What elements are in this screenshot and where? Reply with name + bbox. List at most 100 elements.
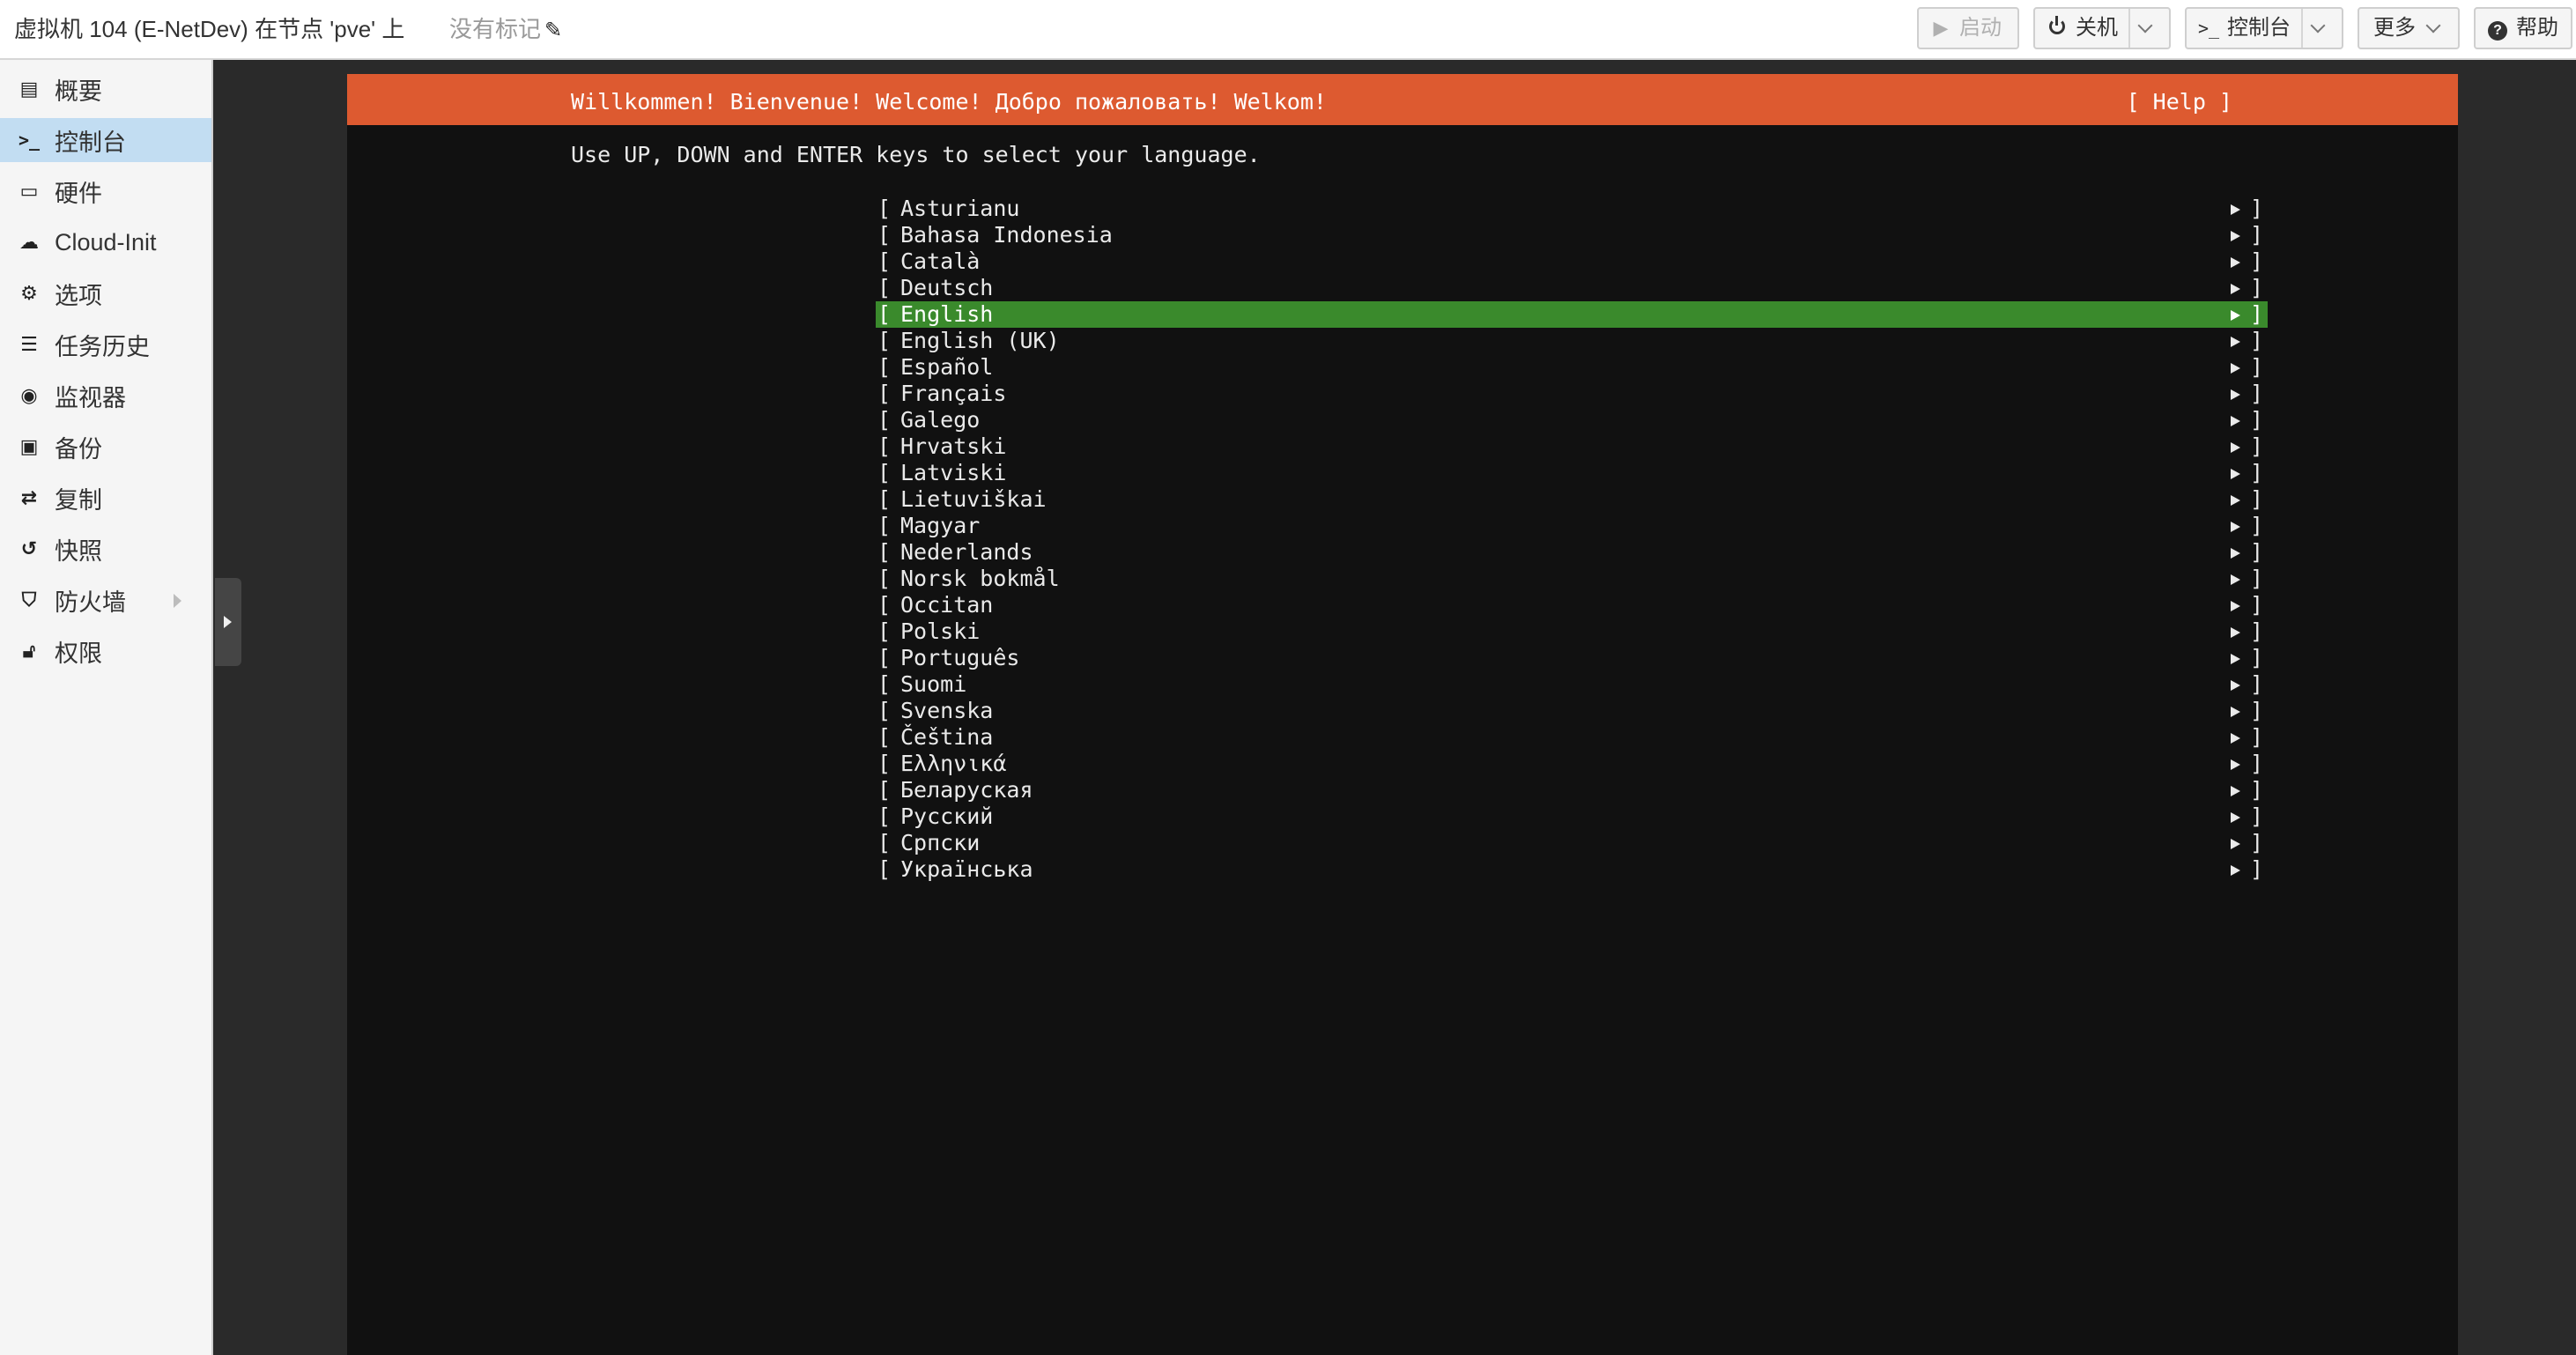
sidebar-item-snapshots[interactable]: ↺ 快照 [0, 527, 211, 571]
expand-arrow-icon[interactable] [174, 594, 181, 608]
sidebar-item-hardware[interactable]: ▭ 硬件 [0, 169, 211, 213]
bracket-close: ] [2250, 222, 2264, 248]
monitor-icon: ▭ [19, 180, 39, 202]
sidebar-item-firewall[interactable]: ⛉ 防火墙 [0, 578, 211, 622]
bracket-close: ] [2250, 856, 2264, 882]
language-option[interactable]: [Español] [876, 354, 2268, 381]
help-button[interactable]: ? 帮助 [2474, 7, 2572, 49]
language-option[interactable]: [Français] [876, 381, 2268, 407]
bracket-open: [ [877, 698, 892, 723]
installer-banner: Willkommen! Bienvenue! Welcome! Добро по… [347, 74, 2458, 125]
bracket-open: [ [877, 803, 892, 829]
sidebar-item-task-history[interactable]: ☰ 任务历史 [0, 322, 211, 367]
collapse-panel-handle[interactable] [215, 578, 241, 666]
submenu-arrow-icon [2231, 839, 2240, 849]
bracket-open: [ [877, 486, 892, 512]
language-option[interactable]: [Српски] [876, 830, 2268, 856]
submenu-arrow-icon [2231, 733, 2240, 744]
language-name: English [900, 301, 994, 327]
language-option[interactable]: [Català] [876, 248, 2268, 275]
chevron-down-icon [2137, 18, 2153, 33]
bracket-open: [ [877, 645, 892, 670]
bracket-close: ] [2250, 724, 2264, 750]
language-option[interactable]: [Svenska] [876, 698, 2268, 724]
console-button[interactable]: >_ 控制台 [2185, 7, 2343, 49]
language-option[interactable]: [Polski] [876, 618, 2268, 645]
sidebar-item-monitor[interactable]: ◉ 监视器 [0, 374, 211, 418]
sidebar-item-permissions[interactable]: 🔓︎ 权限 [0, 629, 211, 673]
bracket-close: ] [2250, 248, 2264, 274]
language-option[interactable]: [Deutsch] [876, 275, 2268, 301]
floppy-icon: ▣ [19, 435, 39, 457]
sidebar-item-console[interactable]: >_ 控制台 [0, 118, 211, 162]
chevron-down-icon [2425, 18, 2441, 33]
language-option[interactable]: [Latviski] [876, 460, 2268, 486]
language-name: Asturianu [900, 196, 1020, 221]
bracket-close: ] [2250, 592, 2264, 618]
language-option[interactable]: [Asturianu] [876, 196, 2268, 222]
language-name: Беларуская [900, 777, 1033, 803]
language-option[interactable]: [English (UK)] [876, 328, 2268, 354]
submenu-arrow-icon [2231, 627, 2240, 638]
sidebar-item-summary[interactable]: ▤ 概要 [0, 67, 211, 111]
language-option[interactable]: [Беларуская] [876, 777, 2268, 803]
vm-console-screen[interactable]: Willkommen! Bienvenue! Welcome! Добро по… [347, 74, 2458, 1355]
bracket-close: ] [2250, 275, 2264, 300]
language-option[interactable]: [Norsk bokmål] [876, 566, 2268, 592]
language-option[interactable]: [Português] [876, 645, 2268, 671]
pencil-icon[interactable]: ✎ [544, 16, 562, 46]
more-button[interactable]: 更多 [2358, 7, 2460, 49]
terminal-icon: >_ [2197, 18, 2220, 39]
language-option[interactable]: [Čeština] [876, 724, 2268, 751]
language-option[interactable]: [Hrvatski] [876, 433, 2268, 460]
language-option[interactable]: [Ελληνικά] [876, 751, 2268, 777]
sidebar-item-options[interactable]: ⚙ 选项 [0, 271, 211, 315]
language-option[interactable]: [ Suomi] [876, 671, 2268, 698]
unlock-icon: 🔓︎ [22, 640, 36, 662]
start-button[interactable]: ▶ 启动 [1917, 7, 2019, 49]
bracket-close: ] [2250, 803, 2264, 829]
submenu-arrow-icon [2231, 231, 2240, 241]
more-button-label: 更多 [2373, 16, 2416, 40]
retweet-icon: ⇄ [20, 486, 38, 508]
language-option[interactable]: [Українська] [876, 856, 2268, 883]
bracket-close: ] [2250, 460, 2264, 485]
gear-icon: ⚙ [20, 282, 38, 304]
submenu-arrow-icon [2231, 759, 2240, 770]
bracket-open: [ [877, 671, 892, 697]
tags-editor[interactable]: 没有标记 ✎ [449, 14, 562, 46]
language-name: Čeština [900, 724, 994, 750]
language-name: Ελληνικά [900, 751, 1007, 776]
bracket-open: [ [877, 196, 892, 221]
language-option[interactable]: [Galego] [876, 407, 2268, 433]
language-name: Suomi [900, 671, 967, 697]
language-option[interactable]: [Magyar] [876, 513, 2268, 539]
bracket-open: [ [877, 433, 892, 459]
language-option[interactable]: [Bahasa Indonesia] [876, 222, 2268, 248]
sidebar-item-label: 监视器 [55, 384, 126, 411]
submenu-arrow-icon [2231, 548, 2240, 559]
language-name: Occitan [900, 592, 994, 618]
sidebar-item-replication[interactable]: ⇄ 复制 [0, 476, 211, 520]
bracket-close: ] [2250, 645, 2264, 670]
submenu-arrow-icon [2231, 574, 2240, 585]
sidebar-item-cloud-init[interactable]: ☁ Cloud-Init [0, 220, 211, 264]
sidebar-item-label: 防火墙 [55, 589, 126, 616]
language-option[interactable]: [Lietuviškai] [876, 486, 2268, 513]
language-option[interactable]: [Occitan] [876, 592, 2268, 618]
sidebar-item-backup[interactable]: ▣ 备份 [0, 425, 211, 469]
installer-help-button[interactable]: [ Help ] [2127, 74, 2232, 130]
bracket-open: [ [877, 830, 892, 855]
shutdown-menu-toggle[interactable] [2128, 9, 2160, 48]
bracket-open: [ [877, 407, 892, 433]
bracket-close: ] [2250, 830, 2264, 855]
bracket-close: ] [2250, 671, 2264, 697]
shutdown-button[interactable]: 关机 [2033, 7, 2171, 49]
language-name: Svenska [900, 698, 994, 723]
language-option[interactable]: [English] [876, 301, 2268, 328]
language-option[interactable]: [Русский] [876, 803, 2268, 830]
language-name: Українська [900, 856, 1033, 882]
language-option[interactable]: [Nederlands] [876, 539, 2268, 566]
console-menu-toggle[interactable] [2301, 9, 2333, 48]
terminal-icon: >_ [18, 130, 41, 151]
